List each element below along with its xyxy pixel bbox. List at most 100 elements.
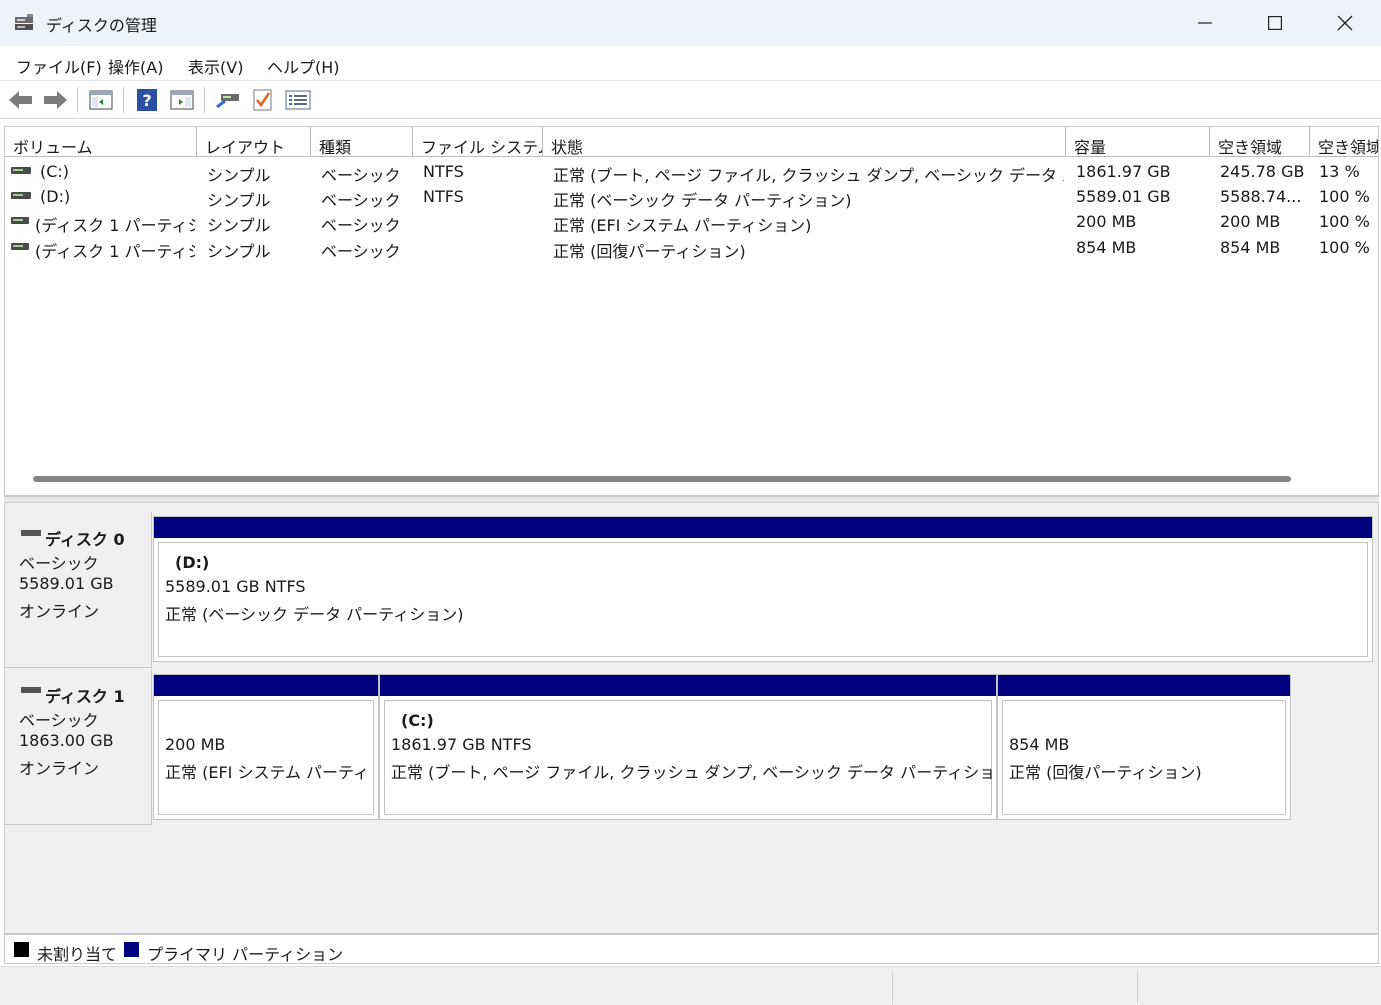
- free-space-cell: 200 MB: [1220, 212, 1281, 231]
- column-header-volume[interactable]: ボリューム: [5, 127, 197, 157]
- console-tree-button[interactable]: [87, 86, 115, 114]
- percent-free-cell: 13 %: [1319, 162, 1360, 181]
- free-space-cell: 245.78 GB: [1220, 162, 1305, 181]
- primary-partition-swatch: [124, 942, 139, 957]
- disk-name: ディスク 0: [45, 530, 125, 549]
- disk-1-info[interactable]: ディスク 1 ベーシック 1863.00 GB オンライン: [5, 669, 152, 825]
- partition-size: 1861.97 GB NTFS: [391, 735, 532, 754]
- status-cell: 正常 (ベーシック データ パーティション): [553, 191, 852, 210]
- window-title: ディスクの管理: [46, 16, 157, 35]
- checklist-icon: [253, 89, 272, 111]
- disk-view: ディスク 0 ベーシック 5589.01 GB オンライン (D:) 5589.…: [4, 502, 1379, 934]
- filesystem-cell: NTFS: [423, 187, 464, 206]
- help-icon: ?: [137, 89, 157, 111]
- minimize-icon: [1198, 22, 1212, 24]
- volume-name: (C:): [40, 162, 70, 181]
- percent-free-cell: 100 %: [1319, 238, 1370, 257]
- disk-type: ベーシック: [19, 554, 99, 573]
- column-header-type[interactable]: 種類: [311, 127, 413, 157]
- forward-arrow-icon: [44, 91, 67, 109]
- layout-cell: シンプル: [207, 216, 271, 235]
- capacity-cell: 5589.01 GB: [1076, 187, 1171, 206]
- partition-d[interactable]: (D:) 5589.01 GB NTFS 正常 (ベーシック データ パーティシ…: [153, 516, 1373, 662]
- disk-size: 1863.00 GB: [19, 731, 114, 750]
- column-header-capacity[interactable]: 容量: [1066, 127, 1210, 157]
- back-arrow-icon: [9, 91, 32, 109]
- status-divider: [1137, 971, 1138, 1003]
- free-space-cell: 5588.74...: [1220, 187, 1302, 206]
- column-header-percent-free[interactable]: 空き領域: [1310, 127, 1378, 157]
- list-view-button[interactable]: [284, 86, 312, 114]
- layout-cell: シンプル: [207, 242, 271, 261]
- partition-c[interactable]: (C:) 1861.97 GB NTFS 正常 (ブート, ページ ファイル, …: [379, 674, 1017, 820]
- volume-name: (ディスク 1 パーティショ...: [35, 216, 195, 235]
- legend: 未割り当て プライマリ パーティション: [4, 934, 1379, 964]
- partition-status: 正常 (ブート, ページ ファイル, クラッシュ ダンプ, ベーシック データ …: [391, 763, 1018, 782]
- disk-management-icon: [15, 14, 33, 30]
- volume-list[interactable]: ボリューム レイアウト 種類 ファイル システム 状態 容量 空き領域 空き領域…: [4, 126, 1379, 496]
- menu-bar: ファイル(F) 操作(A) 表示(V) ヘルプ(H): [0, 46, 1381, 81]
- help-button[interactable]: ?: [133, 86, 161, 114]
- drive-icon: [11, 192, 31, 199]
- partition-efi[interactable]: 200 MB 正常 (EFI システム パーティショ: [153, 674, 379, 820]
- connect-icon: [216, 94, 239, 109]
- capacity-cell: 854 MB: [1076, 238, 1137, 257]
- back-button[interactable]: [7, 86, 35, 114]
- column-header-free-space[interactable]: 空き領域: [1210, 127, 1310, 157]
- svg-text:?: ?: [142, 91, 151, 110]
- status-bar: [0, 966, 1381, 1005]
- menu-action[interactable]: 操作(A): [108, 54, 163, 78]
- partition-size: 200 MB: [165, 735, 226, 754]
- toolbar-separator: [123, 87, 124, 113]
- forward-button[interactable]: [41, 86, 69, 114]
- partition-size: 854 MB: [1009, 735, 1070, 754]
- partition-body: 854 MB 正常 (回復パーティション): [1002, 700, 1286, 815]
- disk-type: ベーシック: [19, 711, 99, 730]
- properties-button[interactable]: [168, 86, 196, 114]
- status-cell: 正常 (EFI システム パーティション): [553, 216, 812, 235]
- maximize-button[interactable]: [1240, 0, 1310, 46]
- checklist-button[interactable]: [249, 86, 277, 114]
- toolbar-separator: [77, 87, 78, 113]
- partition-size: 5589.01 GB NTFS: [165, 577, 306, 596]
- drive-icon: [11, 167, 31, 174]
- primary-partition-bar: [154, 675, 378, 696]
- legend-primary-partition: プライマリ パーティション: [147, 945, 344, 964]
- capacity-cell: 1861.97 GB: [1076, 162, 1171, 181]
- volume-name: (D:): [40, 187, 71, 206]
- status-cell: 正常 (ブート, ページ ファイル, クラッシュ ダンプ, ベーシック データ …: [553, 166, 1064, 185]
- partition-body: 200 MB 正常 (EFI システム パーティショ: [158, 700, 374, 815]
- partition-body: (D:) 5589.01 GB NTFS 正常 (ベーシック データ パーティシ…: [158, 542, 1368, 657]
- minimize-button[interactable]: [1170, 0, 1240, 46]
- percent-free-cell: 100 %: [1319, 212, 1370, 231]
- menu-view[interactable]: 表示(V): [188, 54, 243, 78]
- partition-status: 正常 (回復パーティション): [1009, 763, 1202, 782]
- drive-icon: [11, 243, 29, 250]
- column-header-status[interactable]: 状態: [543, 127, 1066, 157]
- partition-label: (C:): [401, 711, 434, 730]
- horizontal-scrollbar[interactable]: [33, 476, 1291, 482]
- column-header-layout[interactable]: レイアウト: [197, 127, 311, 157]
- disk-0-info[interactable]: ディスク 0 ベーシック 5589.01 GB オンライン: [5, 512, 152, 668]
- close-button[interactable]: [1310, 0, 1380, 46]
- legend-unallocated: 未割り当て: [37, 945, 118, 964]
- console-tree-icon: [89, 90, 113, 110]
- connect-button[interactable]: [214, 86, 242, 114]
- partition-recovery[interactable]: 854 MB 正常 (回復パーティション): [997, 674, 1291, 820]
- status-divider: [892, 971, 893, 1003]
- menu-help[interactable]: ヘルプ(H): [267, 54, 340, 78]
- layout-cell: シンプル: [207, 166, 271, 185]
- disk-size: 5589.01 GB: [19, 574, 114, 593]
- disk-status: オンライン: [19, 602, 100, 621]
- properties-icon: [170, 90, 194, 110]
- close-icon: [1337, 15, 1353, 31]
- type-cell: ベーシック: [321, 216, 401, 235]
- menu-file[interactable]: ファイル(F): [16, 54, 102, 78]
- free-space-cell: 854 MB: [1220, 238, 1281, 257]
- drive-icon: [11, 217, 29, 224]
- column-header-filesystem[interactable]: ファイル システム: [413, 127, 543, 157]
- type-cell: ベーシック: [321, 191, 401, 210]
- type-cell: ベーシック: [321, 166, 401, 185]
- volume-name: (ディスク 1 パーティショ...: [35, 242, 195, 261]
- partition-body: (C:) 1861.97 GB NTFS 正常 (ブート, ページ ファイル, …: [384, 700, 1017, 815]
